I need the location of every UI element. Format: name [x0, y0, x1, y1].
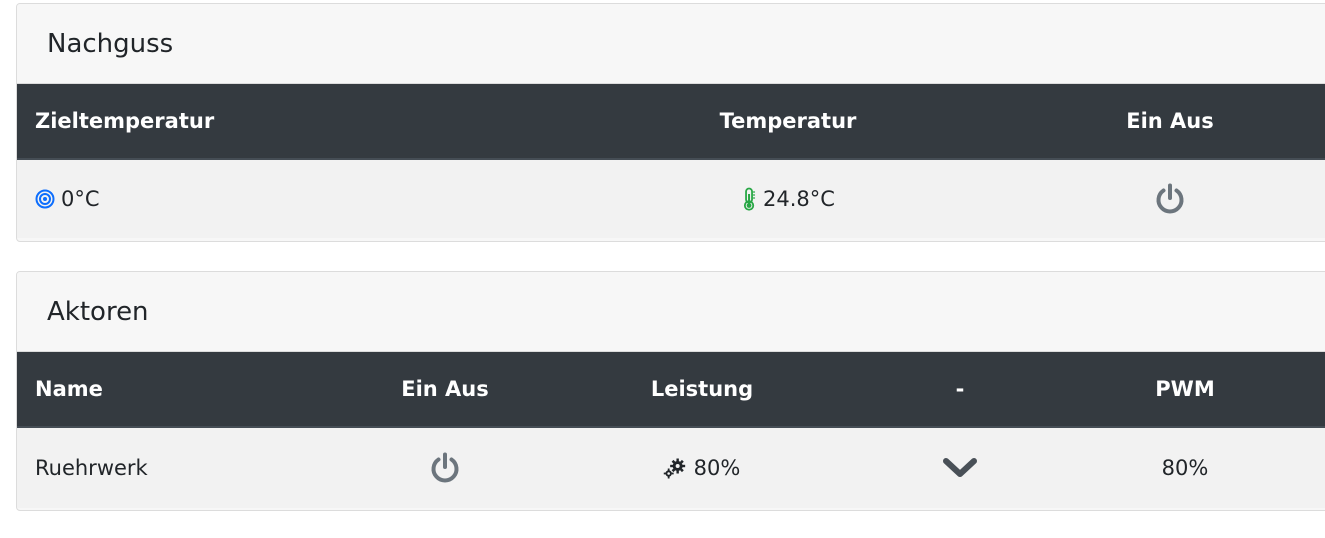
power-icon: [428, 451, 462, 485]
actor-name: Ruehrwerk: [35, 456, 148, 480]
gears-icon: [663, 457, 688, 479]
thermometer-icon: [741, 187, 757, 211]
power-value: 80%: [693, 456, 741, 480]
aktoren-table-header: Name Ein Aus Leistung - PWM: [17, 352, 1325, 428]
column-header-zieltemperatur: Zieltemperatur: [35, 109, 215, 133]
column-header-dash: -: [955, 377, 965, 401]
nachguss-table-header: Zieltemperatur Temperatur Ein Aus: [17, 84, 1325, 160]
pwm-value: 80%: [1161, 456, 1209, 480]
power-icon: [1153, 182, 1187, 216]
column-header-ein-aus: Ein Aus: [401, 377, 489, 401]
decrease-button[interactable]: [943, 428, 977, 508]
temperature-cell: 24.8°C: [741, 160, 835, 238]
target-icon: [35, 189, 55, 209]
target-temperature-cell: 0°C: [35, 160, 100, 238]
aktoren-panel: Aktoren Name Ein Aus Leistung - PWM Rueh…: [16, 271, 1325, 511]
column-header-pwm: PWM: [1155, 377, 1215, 401]
column-header-ein-aus: Ein Aus: [1126, 109, 1214, 133]
nachguss-title: Nachguss: [17, 4, 1325, 84]
power-toggle-button[interactable]: [1153, 160, 1187, 238]
target-temperature-value: 0°C: [61, 187, 100, 211]
table-row: 0°C 24.8°C: [17, 160, 1325, 238]
nachguss-panel: Nachguss Zieltemperatur Temperatur Ein A…: [16, 3, 1325, 242]
aktoren-title: Aktoren: [17, 272, 1325, 352]
table-row: Ruehrwerk 80% 80%: [17, 428, 1325, 508]
column-header-name: Name: [35, 377, 103, 401]
chevron-down-icon: [943, 457, 977, 479]
power-toggle-button[interactable]: [428, 428, 462, 508]
column-header-leistung: Leistung: [650, 377, 754, 401]
column-header-temperatur: Temperatur: [719, 109, 857, 133]
power-cell: 80%: [663, 428, 741, 508]
temperature-value: 24.8°C: [763, 187, 835, 211]
